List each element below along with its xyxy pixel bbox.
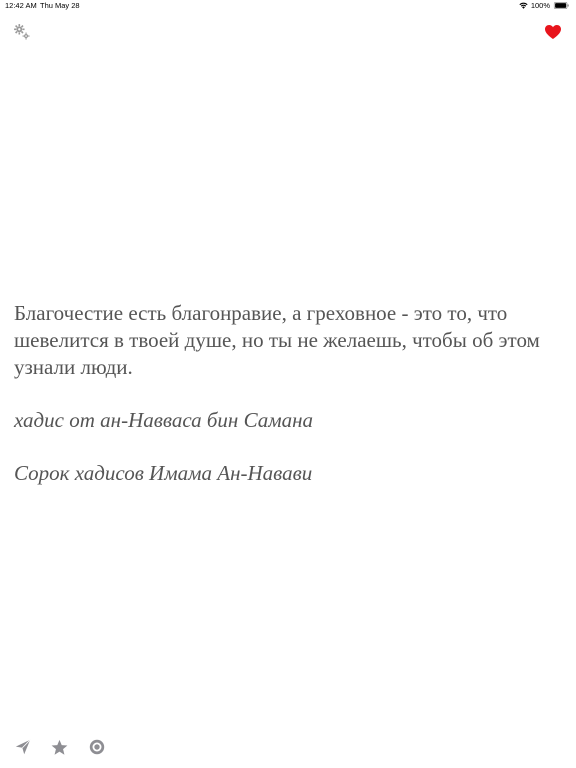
bottom-toolbar [0,736,576,760]
settings-button[interactable] [12,22,32,42]
star-button[interactable] [48,736,70,758]
wifi-icon [519,2,528,9]
status-indicators: 100% [519,1,570,10]
quote-text: Благочестие есть благонравие, а греховно… [14,301,540,379]
gears-icon [14,24,30,40]
target-icon [89,739,105,755]
status-time: 12:42 AM [5,1,37,10]
quote-source: Сорок хадисов Имама Ан-Навави [14,461,313,485]
status-bar: 12:42 AM Thu May 28 100% [0,0,576,12]
status-date: Thu May 28 [40,1,80,10]
battery-icon [553,2,569,9]
battery-percent: 100% [530,1,550,10]
favorite-button[interactable] [543,22,563,42]
quote-narrator: хадис от ан-Навваса бин Самана [14,408,314,432]
heart-icon [545,25,561,39]
record-button[interactable] [86,736,108,758]
send-icon [15,739,31,755]
quote-block: Благочестие есть благонравие, а греховно… [14,300,564,487]
share-button[interactable] [12,736,34,758]
star-icon [51,739,67,755]
